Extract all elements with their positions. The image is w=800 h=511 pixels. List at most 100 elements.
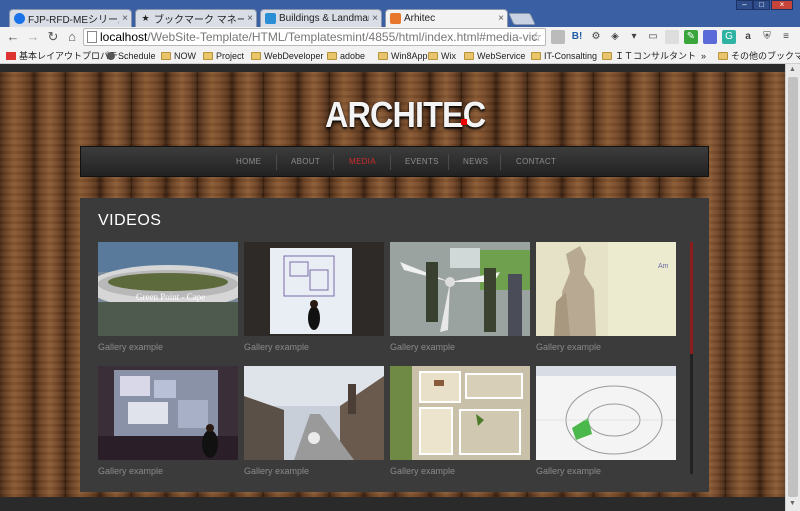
bookmark-label: WebService <box>477 50 526 61</box>
gallery-caption[interactable]: Gallery example <box>536 466 676 476</box>
scroll-up-icon[interactable]: ▲ <box>789 66 796 73</box>
bookmark-item[interactable]: Project <box>203 49 244 62</box>
pocket-icon[interactable]: ▾ <box>627 30 641 44</box>
bookmark-item[interactable]: Win8App <box>378 49 428 62</box>
gallery-caption[interactable]: Gallery example <box>98 342 238 352</box>
site-logo[interactable]: ARCHITEC <box>325 94 486 136</box>
nav-events[interactable]: EVENTS <box>405 157 439 166</box>
page-icon <box>390 13 401 24</box>
evernote-icon[interactable]: ✎ <box>684 30 698 44</box>
nav-contact[interactable]: CONTACT <box>516 157 556 166</box>
nav-divider <box>276 154 277 170</box>
tab-1[interactable]: FJP-RFD-MEシリーズ【従来 × <box>9 9 132 27</box>
nav-divider <box>448 154 449 170</box>
forward-icon[interactable]: → <box>25 29 41 45</box>
cast-icon[interactable]: ▭ <box>646 30 660 44</box>
gallery-caption[interactable]: Gallery example <box>390 342 530 352</box>
extension-icon[interactable]: G <box>722 30 736 44</box>
bookmark-item[interactable]: WebService <box>464 49 525 62</box>
gallery-thumbnail-turbine[interactable] <box>390 242 530 336</box>
new-tab-button[interactable] <box>508 13 536 25</box>
gallery-caption[interactable]: Gallery example <box>244 342 384 352</box>
bottom-strip <box>0 497 785 511</box>
thumbnail-note: Am <box>658 263 669 270</box>
hatena-icon[interactable]: B! <box>570 30 584 44</box>
bookmark-star-icon[interactable]: ☆ <box>530 29 542 45</box>
gallery-thumbnail-city-model[interactable] <box>98 366 238 460</box>
gear-icon[interactable]: ⚙ <box>589 30 603 44</box>
bookmarks-overflow-button[interactable]: » <box>701 49 706 62</box>
back-icon[interactable]: ← <box>5 29 21 45</box>
close-icon[interactable]: × <box>119 13 131 24</box>
extension-icon[interactable]: ◈ <box>608 30 622 44</box>
folder-icon <box>203 51 213 60</box>
nav-divider <box>390 154 391 170</box>
gallery-thumbnail-cad[interactable] <box>536 366 676 460</box>
page-scrollbar[interactable]: ▲ ▼ <box>785 64 800 511</box>
bookmark-item[interactable]: NOW <box>161 49 196 62</box>
menu-icon[interactable]: ≡ <box>779 30 793 44</box>
top-strip <box>0 64 785 72</box>
tab-2[interactable]: ★ ブックマーク マネージャ × <box>135 9 257 27</box>
nav-home[interactable]: HOME <box>236 157 261 166</box>
gallery-scroll-thumb[interactable] <box>690 242 693 354</box>
bookmark-item[interactable]: adobe <box>327 49 365 62</box>
bookmark-item[interactable]: WebDeveloper <box>251 49 323 62</box>
bookmark-label: ＩＴコンサルタント <box>615 51 697 61</box>
section-title: VIDEOS <box>98 212 162 229</box>
tab-label: ブックマーク マネージャ <box>154 15 244 26</box>
gallery-caption[interactable]: Gallery example <box>536 342 676 352</box>
tab-4[interactable]: Arhitec × <box>385 9 508 27</box>
star-icon: ★ <box>141 13 150 23</box>
bookmark-item[interactable]: Schedule <box>107 49 156 62</box>
gallery-thumbnail-street[interactable] <box>244 366 384 460</box>
home-icon[interactable]: ⌂ <box>64 29 80 45</box>
shield-icon[interactable]: ⛨ <box>760 30 774 44</box>
site-icon <box>265 13 276 24</box>
bookmark-item[interactable]: Wix <box>428 49 456 62</box>
bookmark-label: IT-Consalting <box>544 50 598 61</box>
nav-news[interactable]: NEWS <box>463 157 488 166</box>
close-icon[interactable]: × <box>495 13 507 24</box>
bookmark-item[interactable]: IT-Consalting <box>531 49 597 62</box>
bookmark-label: Win8App <box>391 50 428 61</box>
scroll-down-icon[interactable]: ▼ <box>789 500 796 507</box>
nav-media[interactable]: MEDIA <box>349 157 376 166</box>
folder-icon <box>378 51 388 60</box>
close-icon[interactable]: × <box>369 13 381 24</box>
folder-icon <box>161 51 171 60</box>
gallery-thumbnail-statue[interactable]: Am <box>536 242 676 336</box>
url-path: /WebSite-Template/HTML/Templatesmint/485… <box>147 30 538 44</box>
gallery-caption[interactable]: Gallery example <box>244 466 384 476</box>
url-host: localhost <box>100 30 148 44</box>
maximize-button[interactable]: □ <box>753 0 770 10</box>
bookmark-item[interactable]: ＩＴコンサルタント <box>602 49 696 62</box>
page-viewport: ARCHITEC HOME ABOUT MEDIA EVENTS NEWS CO… <box>0 64 785 511</box>
scroll-thumb[interactable] <box>788 77 798 497</box>
toolbar: ← → ↻ ⌂ localhost/WebSite-Template/HTML/… <box>0 27 800 47</box>
amazon-icon[interactable]: a <box>741 30 755 44</box>
gallery-thumbnail-floorplan[interactable] <box>244 242 384 336</box>
bookmark-label: WebDeveloper <box>264 50 324 61</box>
extension-icon[interactable] <box>551 30 565 44</box>
address-bar[interactable]: localhost/WebSite-Template/HTML/Template… <box>83 28 546 46</box>
close-window-button[interactable]: × <box>771 0 793 10</box>
gallery-thumbnail-stadium[interactable]: Green Point - Cape <box>98 242 238 336</box>
gallery-thumbnail-3d-plan[interactable] <box>390 366 530 460</box>
other-bookmarks[interactable]: その他のブックマーク <box>718 49 800 62</box>
close-icon[interactable]: × <box>244 13 256 24</box>
nav-divider <box>333 154 334 170</box>
minimize-button[interactable]: – <box>736 0 753 10</box>
bookmark-label: その他のブックマーク <box>731 51 800 61</box>
page-icon <box>87 31 97 43</box>
gallery-caption[interactable]: Gallery example <box>98 466 238 476</box>
tab-3[interactable]: Buildings & Landmarks × <box>260 9 382 27</box>
extension-icon[interactable] <box>703 30 717 44</box>
folder-icon <box>251 51 261 60</box>
nav-about[interactable]: ABOUT <box>291 157 320 166</box>
apple-icon <box>107 51 115 60</box>
reload-icon[interactable]: ↻ <box>45 29 61 45</box>
gallery-scrollbar[interactable] <box>690 242 693 474</box>
gallery-caption[interactable]: Gallery example <box>390 466 530 476</box>
extension-icon[interactable] <box>665 30 679 44</box>
